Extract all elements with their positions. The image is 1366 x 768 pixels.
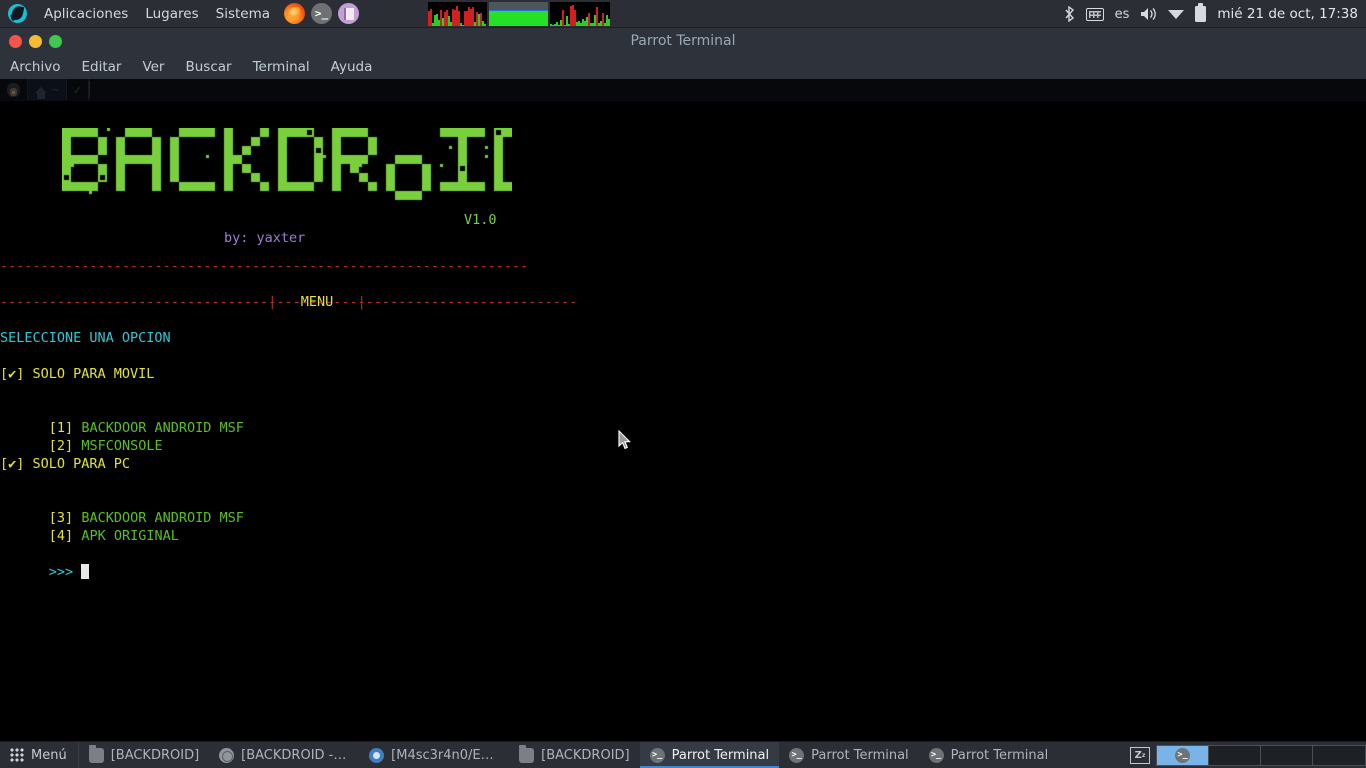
task-list: [BACKDROID] [BACKDROID - ... [M4sc3r4n0/Ev… [79, 742, 1130, 768]
status-area: es mié 21 de oct, 17:38 [1064, 0, 1358, 28]
tux-icon [7, 82, 20, 97]
task-button[interactable]: >_ Parrot Terminal [639, 742, 780, 768]
top-panel-menus: Aplicaciones Lugares Sistema [0, 4, 270, 23]
tab-home-label: ~ [52, 83, 59, 96]
workspace-cell[interactable] [1261, 745, 1313, 765]
workspace-pager[interactable]: >_ [1156, 744, 1366, 766]
top-panel: Aplicaciones Lugares Sistema >_ es mié 2… [0, 0, 1366, 28]
network-graph[interactable] [550, 2, 610, 26]
task-label: Parrot Terminal [950, 747, 1049, 763]
task-label: [BACKDROID] [110, 747, 200, 763]
volume-icon[interactable] [1140, 7, 1157, 21]
prompt-symbol: >>> [48, 564, 74, 580]
task-label: [M4sc3r4n0/Evil... [391, 747, 500, 763]
sleep-icon[interactable]: Zz [1130, 746, 1150, 764]
folder-icon [519, 744, 535, 763]
grid-icon [10, 748, 24, 762]
terminal-icon: >_ [928, 747, 944, 763]
terminal-icon: >_ [1175, 747, 1190, 763]
memory-monitor[interactable] [489, 2, 548, 26]
start-menu-label: Menú [31, 747, 67, 763]
task-label: [BACKDROID] [541, 747, 630, 763]
menubar: Archivo Editar Ver Buscar Terminal Ayuda [0, 54, 1366, 79]
menu-lugares[interactable]: Lugares [145, 6, 198, 22]
option-4-label: APK ORIGINAL [81, 528, 179, 544]
task-button[interactable]: >_ Parrot Terminal [779, 742, 919, 768]
terminal-icon: >_ [649, 747, 665, 763]
start-menu-button[interactable]: Menú [0, 742, 79, 768]
taskbar: Menú [BACKDROID] [BACKDROID - ... [M4sc3r4… [0, 741, 1366, 768]
section-mobile: [✔] SOLO PARA MOVIL [0, 366, 155, 382]
file-manager-icon [219, 747, 235, 763]
task-button[interactable]: [BACKDROID] [79, 742, 209, 768]
option-2-label: MSFCONSOLE [81, 438, 163, 454]
terminal-icon[interactable]: >_ [311, 3, 333, 24]
tab-check[interactable]: ✓ [67, 79, 89, 100]
menu-terminal[interactable]: Terminal [253, 59, 310, 75]
text-cursor [81, 564, 90, 579]
tab-divider [88, 81, 90, 98]
check-icon: ✓ [73, 82, 81, 97]
terminal-window: Parrot Terminal Archivo Editar Ver Busca… [0, 28, 1366, 741]
window-title: Parrot Terminal [630, 33, 736, 49]
tab-tux[interactable] [0, 79, 28, 100]
terminal-tabbar: ~ ✓ [0, 79, 1366, 101]
backdroid-ascii-logo [62, 128, 512, 208]
menu-sistema[interactable]: Sistema [216, 6, 270, 22]
task-button[interactable]: [M4sc3r4n0/Evil... [359, 742, 509, 768]
task-label: Parrot Terminal [811, 747, 909, 763]
menu-ver[interactable]: Ver [142, 59, 164, 75]
window-titlebar[interactable]: Parrot Terminal [0, 28, 1366, 54]
task-label: [BACKDROID - ... [241, 747, 350, 763]
keyboard-layout-label[interactable]: es [1115, 7, 1130, 22]
parrot-logo-icon[interactable] [8, 4, 27, 23]
wifi-icon[interactable] [1168, 8, 1185, 20]
workspace-cell[interactable]: >_ [1157, 745, 1209, 765]
select-option-heading: SELECCIONE UNA OPCION [0, 330, 171, 346]
task-button[interactable]: [BACKDROID] [509, 742, 639, 768]
battery-icon[interactable] [1195, 3, 1207, 22]
version-label: V1.0 [464, 212, 497, 228]
top-panel-launchers: >_ [284, 3, 360, 24]
mouse-pointer [618, 430, 631, 450]
system-monitor-applet[interactable] [428, 2, 610, 26]
input-prompt-row[interactable]: >>> [0, 545, 90, 599]
menu-buscar[interactable]: Buscar [185, 59, 231, 75]
task-button[interactable]: >_ Parrot Terminal [919, 742, 1059, 768]
author-label: by: yaxter [224, 230, 306, 246]
clock[interactable]: mié 21 de oct, 17:38 [1217, 6, 1358, 22]
divider-top: ----------------------------------------… [0, 258, 529, 274]
folder-icon [88, 744, 104, 763]
task-label: Parrot Terminal [671, 747, 770, 763]
section-pc: [✔] SOLO PARA PC [0, 456, 131, 472]
terminal-icon: >_ [789, 747, 805, 763]
menu-archivo[interactable]: Archivo [10, 59, 60, 75]
option-4-number: [4] [48, 528, 74, 544]
menu-ayuda[interactable]: Ayuda [331, 59, 373, 75]
option-2-number: [2] [48, 438, 74, 454]
home-icon [35, 86, 47, 99]
divider-bottom: ----------------------------------------… [0, 294, 529, 310]
web-icon [369, 747, 385, 763]
terminal-content[interactable]: V1.0 by: yaxter ------------------------… [0, 101, 1366, 741]
text-editor-icon[interactable] [338, 3, 360, 24]
firefox-icon[interactable] [284, 3, 306, 24]
workspace-cell[interactable] [1209, 745, 1261, 765]
menu-editar[interactable]: Editar [81, 59, 121, 75]
bluetooth-icon[interactable] [1064, 6, 1075, 22]
keyboard-icon[interactable] [1085, 7, 1104, 21]
cpu-graph[interactable] [428, 2, 487, 26]
tab-home[interactable]: ~ [28, 79, 67, 100]
task-button[interactable]: [BACKDROID - ... [209, 742, 359, 768]
workspace-cell[interactable] [1313, 745, 1365, 765]
taskbar-right: Zz >_ [1130, 742, 1366, 768]
menu-aplicaciones[interactable]: Aplicaciones [44, 6, 128, 22]
